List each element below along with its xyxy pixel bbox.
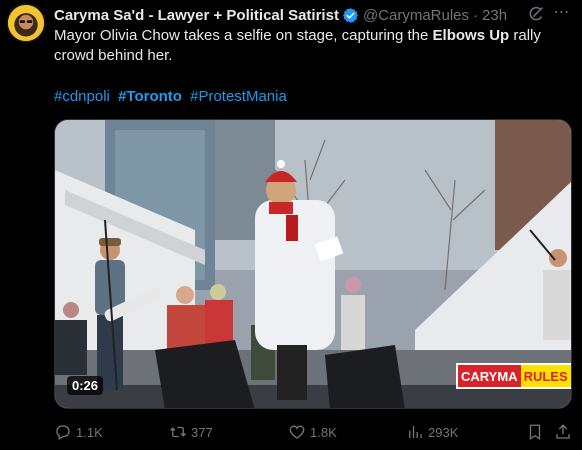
video-duration: 0:26 bbox=[67, 376, 104, 395]
share-icon bbox=[556, 424, 570, 439]
verified-badge-icon bbox=[343, 7, 358, 23]
repost-button[interactable]: 377 bbox=[169, 422, 213, 442]
hashtag-toronto[interactable]: #Toronto bbox=[118, 88, 182, 105]
author-name[interactable]: Caryma Sa'd - Lawyer + Political Satiris… bbox=[54, 7, 339, 24]
watermark-part2: RULES bbox=[520, 365, 571, 387]
action-bar: 1.1K 377 1.8K 293K bbox=[54, 422, 574, 442]
timestamp[interactable]: 23h bbox=[482, 7, 507, 24]
reply-count: 1.1K bbox=[76, 424, 103, 440]
reply-button[interactable]: 1.1K bbox=[54, 422, 103, 442]
views-count: 293K bbox=[428, 424, 459, 440]
tweet-text-bold: Elbows Up bbox=[432, 27, 510, 44]
avatar[interactable] bbox=[6, 3, 46, 43]
separator-dot: · bbox=[473, 6, 479, 24]
more-icon[interactable]: ⋯ bbox=[552, 4, 572, 24]
like-count: 1.8K bbox=[310, 424, 337, 440]
share-button[interactable] bbox=[554, 422, 576, 442]
tweet-text-part1: Mayor Olivia Chow takes a selfie on stag… bbox=[54, 27, 433, 44]
repost-count: 377 bbox=[191, 424, 213, 440]
like-button[interactable]: 1.8K bbox=[288, 422, 337, 442]
author-handle[interactable]: @CarymaRules bbox=[363, 7, 469, 24]
hashtag-cdnpoli[interactable]: #cdnpoli bbox=[54, 88, 110, 105]
watermark-part1: CARYMA bbox=[458, 365, 521, 387]
video-player[interactable]: 0:26 CARYMA RULES bbox=[54, 119, 572, 409]
hashtag-protestmania[interactable]: #ProtestMania bbox=[190, 88, 287, 105]
views-icon bbox=[409, 426, 422, 438]
like-icon bbox=[289, 425, 305, 439]
bookmark-button[interactable] bbox=[526, 422, 548, 442]
watermark-logo: CARYMA RULES bbox=[456, 363, 571, 389]
grok-icon[interactable] bbox=[527, 5, 545, 23]
views-button[interactable]: 293K bbox=[406, 422, 458, 442]
repost-icon bbox=[170, 426, 186, 438]
bookmark-icon bbox=[529, 424, 541, 441]
tweet-header: Caryma Sa'd - Lawyer + Political Satiris… bbox=[54, 5, 574, 25]
hashtags: #cdnpoli #Toronto #ProtestMania bbox=[54, 87, 291, 107]
reply-icon bbox=[56, 425, 70, 440]
tweet-text: Mayor Olivia Chow takes a selfie on stag… bbox=[54, 26, 574, 66]
